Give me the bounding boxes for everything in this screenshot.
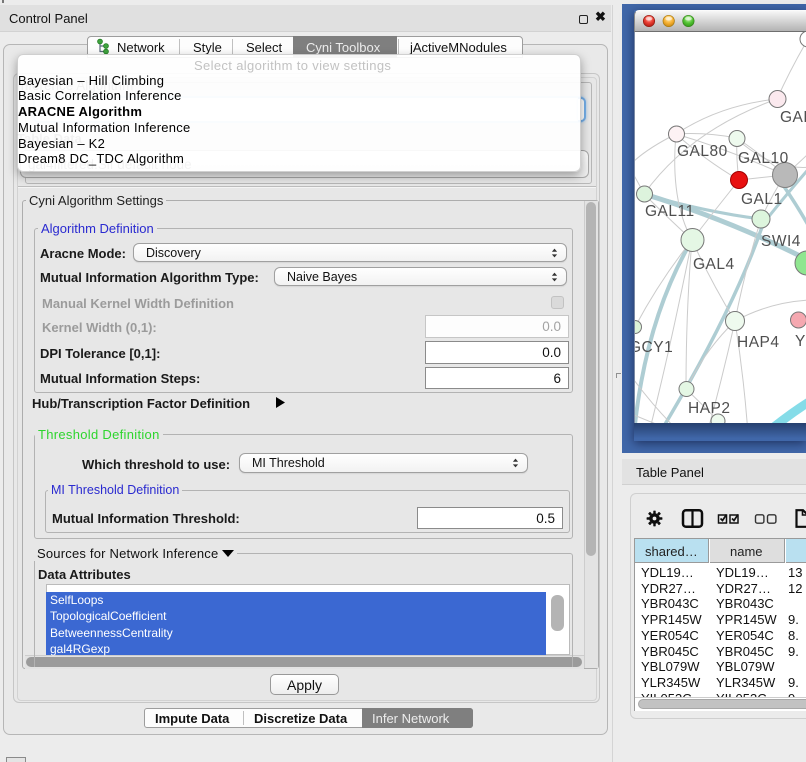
svg-text:GAL80: GAL80 (677, 143, 728, 160)
svg-text:GAL2: GAL2 (780, 109, 806, 126)
svg-text:GAL10: GAL10 (738, 150, 789, 167)
svg-text:HAP2: HAP2 (688, 400, 731, 417)
svg-text:GAL1: GAL1 (741, 191, 783, 208)
svg-text:HAP4: HAP4 (737, 334, 780, 351)
svg-text:GAL11: GAL11 (645, 203, 695, 220)
svg-text:GAL4: GAL4 (693, 256, 735, 273)
svg-text:SWI4: SWI4 (761, 233, 801, 250)
svg-text:GCY1: GCY1 (629, 339, 673, 356)
svg-text:Y: Y (795, 333, 806, 350)
